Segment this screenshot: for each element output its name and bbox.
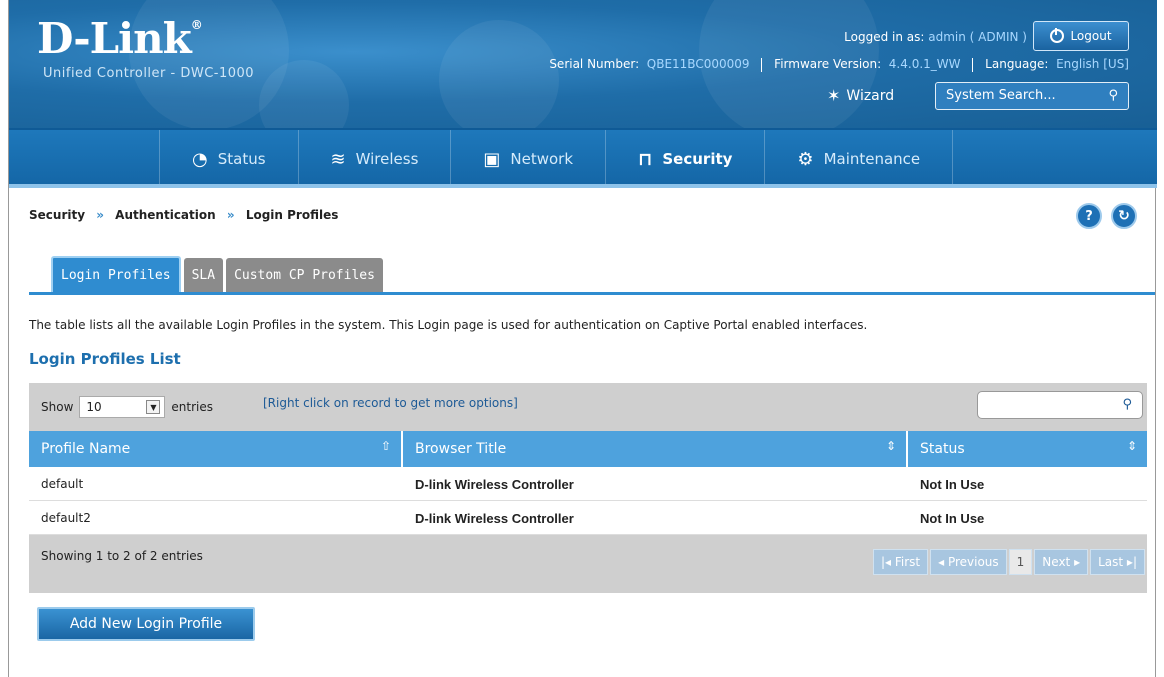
table-row[interactable]: default D-link Wireless Controller Not I…: [29, 467, 1147, 501]
sort-icon: ⇕: [885, 439, 896, 453]
cell-profile-name: default: [41, 477, 84, 491]
pager-last[interactable]: Last ▸|: [1090, 549, 1145, 575]
breadcrumb-login-profiles: Login Profiles: [245, 208, 339, 222]
product-name: Unified Controller - DWC-1000: [43, 66, 255, 81]
tab-custom-cp-profiles[interactable]: Custom CP Profiles: [226, 258, 383, 292]
help-icon[interactable]: ?: [1076, 203, 1102, 229]
cell-browser-title: D-link Wireless Controller: [415, 510, 574, 526]
pager-previous[interactable]: ◂ Previous: [930, 549, 1007, 575]
list-title: Login Profiles List: [29, 350, 181, 368]
header-decoration: [439, 20, 559, 130]
search-icon: ⚲: [1108, 88, 1118, 103]
dropdown-arrow-icon: ▼: [146, 400, 161, 414]
entries-selector: Show 10 ▼ entries: [41, 396, 213, 418]
page-description: The table lists all the available Login …: [29, 318, 868, 332]
cell-profile-name: default2: [41, 511, 91, 525]
right-click-hint: [Right click on record to get more optio…: [263, 396, 518, 410]
table-header: Profile Name ⇧ Browser Title ⇕ Status ⇕: [29, 431, 1147, 467]
tab-sla[interactable]: SLA: [183, 258, 224, 292]
sort-icon: ⇕: [1126, 439, 1137, 453]
refresh-icon[interactable]: ↻: [1111, 203, 1137, 229]
language-select[interactable]: English [US]: [1056, 57, 1129, 71]
sort-asc-icon: ⇧: [380, 439, 391, 453]
system-search-input[interactable]: System Search... ⚲: [935, 82, 1129, 110]
breadcrumb-security[interactable]: Security: [29, 208, 85, 222]
firmware-version: 4.4.0.1_WW: [888, 57, 961, 71]
tab-underline: [29, 292, 1155, 295]
add-login-profile-button[interactable]: Add New Login Profile: [37, 607, 255, 641]
login-info: Logged in as: admin ( ADMIN ): [844, 30, 1027, 44]
pagination: |◂ First ◂ Previous 1 Next ▸ Last ▸|: [872, 549, 1145, 575]
showing-entries: Showing 1 to 2 of 2 entries: [41, 549, 203, 563]
nav-wireless[interactable]: ≋ Wireless: [297, 130, 451, 188]
monitor-icon: ▣: [483, 148, 501, 170]
lock-icon: ⊓: [638, 148, 653, 170]
app-frame: D-Link® Unified Controller - DWC-1000 Lo…: [8, 0, 1157, 677]
wifi-icon: ≋: [330, 148, 346, 170]
wand-icon: ✶: [827, 86, 841, 105]
logout-button[interactable]: Logout: [1033, 21, 1129, 51]
table-panel: Show 10 ▼ entries [Right click on record…: [29, 383, 1147, 593]
device-info: Serial Number: QBE11BC000009 Firmware Ve…: [549, 57, 1129, 72]
nav-network[interactable]: ▣ Network: [450, 130, 605, 188]
search-icon: ⚲: [1122, 397, 1132, 412]
table-row[interactable]: default2 D-link Wireless Controller Not …: [29, 501, 1147, 535]
column-status[interactable]: Status ⇕: [908, 431, 1147, 467]
cell-browser-title: D-link Wireless Controller: [415, 476, 574, 492]
serial-number: QBE11BC000009: [646, 57, 750, 71]
dashboard-icon: ◔: [192, 148, 208, 170]
wizard-link[interactable]: ✶ Wizard: [827, 86, 894, 105]
table-search-input[interactable]: ⚲: [977, 391, 1143, 419]
dlink-logo: D-Link®: [37, 14, 203, 63]
column-browser-title[interactable]: Browser Title ⇕: [403, 431, 908, 467]
pager-current: 1: [1008, 549, 1033, 575]
main-nav: ◔ Status ≋ Wireless ▣ Network ⊓ Security…: [9, 128, 1157, 188]
pager-next[interactable]: Next ▸: [1034, 549, 1089, 575]
nav-security[interactable]: ⊓ Security: [605, 130, 764, 188]
nav-maintenance[interactable]: ⚙ Maintenance: [764, 130, 954, 188]
cell-status: Not In Use: [920, 510, 985, 526]
nav-status[interactable]: ◔ Status: [159, 130, 298, 188]
gears-icon: ⚙: [797, 148, 814, 170]
entries-select[interactable]: 10 ▼: [79, 396, 166, 418]
header: D-Link® Unified Controller - DWC-1000 Lo…: [9, 0, 1157, 130]
cell-status: Not In Use: [920, 476, 985, 492]
logged-in-user: admin ( ADMIN ): [928, 30, 1027, 44]
tab-bar: Login Profiles SLA Custom CP Profiles: [51, 256, 383, 292]
column-profile-name[interactable]: Profile Name ⇧: [29, 431, 403, 467]
nav-underline: [9, 184, 1157, 188]
power-icon: [1050, 28, 1065, 43]
breadcrumb: Security » Authentication » Login Profil…: [29, 208, 339, 222]
pager-first[interactable]: |◂ First: [872, 549, 929, 575]
breadcrumb-authentication[interactable]: Authentication: [115, 208, 216, 222]
tab-login-profiles[interactable]: Login Profiles: [51, 256, 181, 292]
